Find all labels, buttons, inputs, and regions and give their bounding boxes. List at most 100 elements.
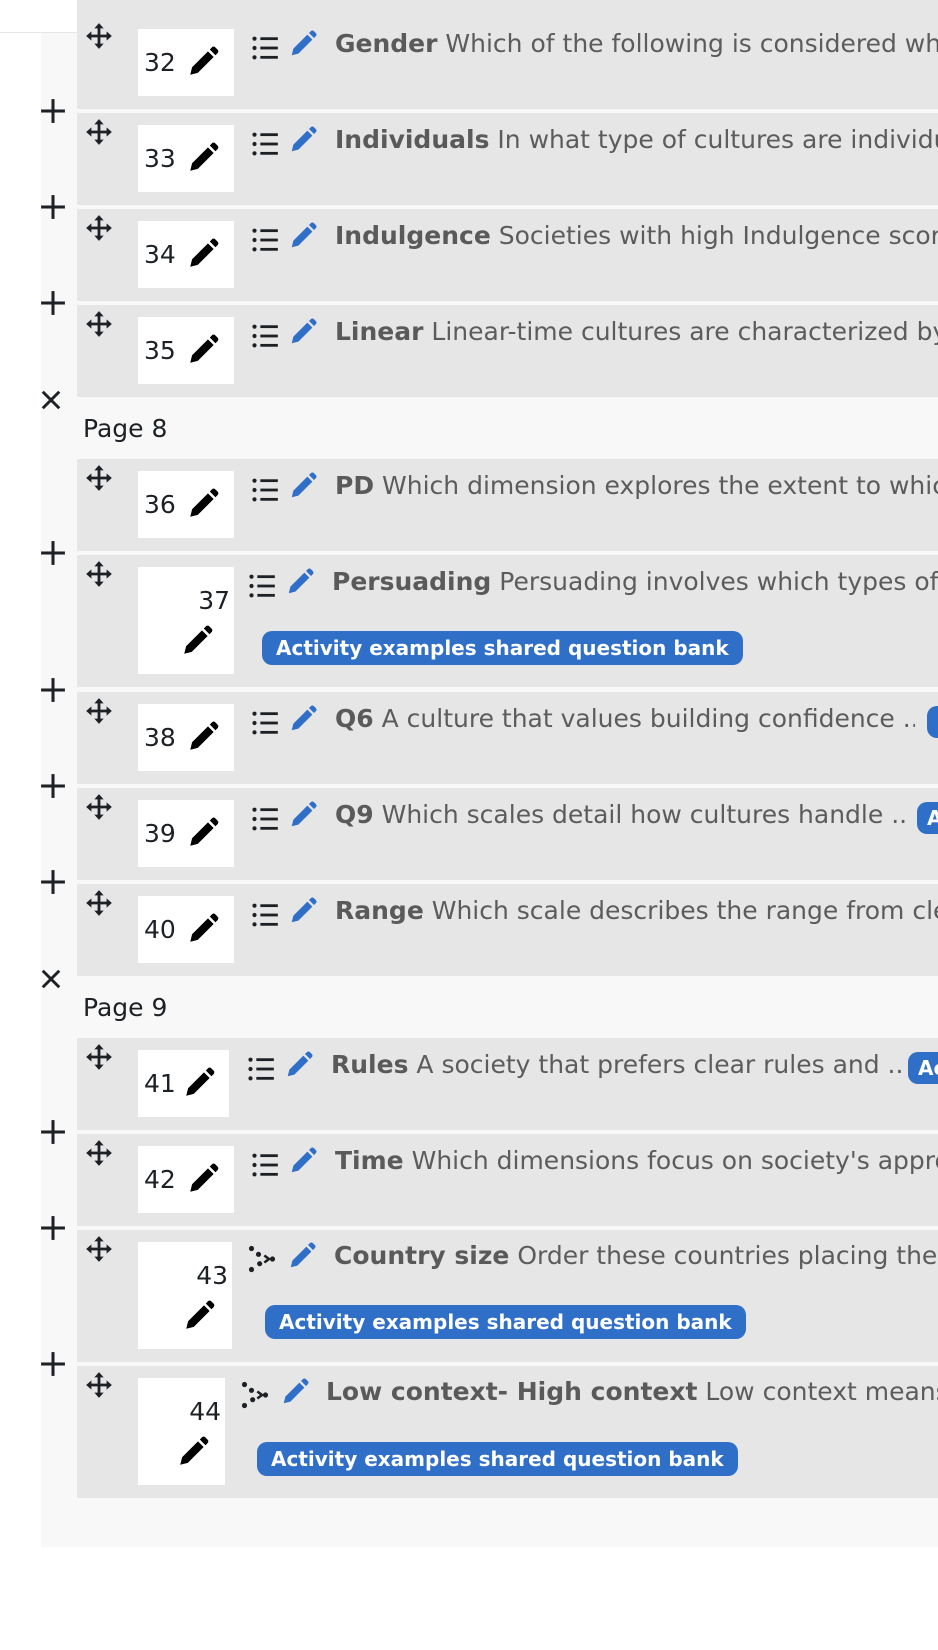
edit-icon[interactable]: [288, 125, 318, 155]
move-icon[interactable]: [85, 214, 113, 242]
slot-number-box: 34: [138, 221, 234, 288]
slot-number: 40: [144, 915, 176, 944]
close-icon[interactable]: [40, 968, 62, 990]
question-body: Persuading involves which types of r: [499, 567, 938, 596]
pencil-icon[interactable]: [182, 1066, 216, 1100]
question-text[interactable]: Indulgence Societies with high Indulgenc…: [335, 221, 938, 251]
edit-icon[interactable]: [288, 704, 318, 734]
slot-number-box: 32: [138, 29, 234, 96]
question-name: Time: [335, 1146, 404, 1175]
plus-icon[interactable]: [40, 869, 66, 895]
edit-icon[interactable]: [288, 221, 318, 251]
list-icon: [248, 571, 276, 601]
question-text[interactable]: Time Which dimensions focus on society's…: [335, 1146, 938, 1176]
list-icon: [251, 1150, 279, 1180]
edit-icon[interactable]: [288, 317, 318, 347]
pencil-icon[interactable]: [186, 141, 220, 175]
pencil-icon[interactable]: [186, 45, 220, 79]
question-name: PD: [335, 471, 375, 500]
plus-icon[interactable]: [40, 1119, 66, 1145]
pencil-icon[interactable]: [182, 1299, 216, 1333]
question-body: In what type of cultures are individua: [497, 125, 938, 154]
question-text[interactable]: Individuals In what type of cultures are…: [335, 125, 938, 155]
slot-number: 38: [144, 723, 176, 752]
slot-number: 44: [189, 1397, 221, 1426]
move-icon[interactable]: [85, 1235, 113, 1263]
question-text[interactable]: Linear Linear-time cultures are characte…: [335, 317, 938, 347]
list-icon: [251, 804, 279, 834]
question-text[interactable]: Gender Which of the following is conside…: [335, 29, 938, 59]
question-body: A culture that values building confidenc…: [381, 704, 915, 733]
plus-icon[interactable]: [40, 98, 66, 124]
slot-number-box: 42: [138, 1146, 234, 1213]
pencil-icon[interactable]: [186, 487, 220, 521]
question-body: Societies with high Indulgence score: [498, 221, 938, 250]
edit-icon[interactable]: [288, 471, 318, 501]
edit-icon[interactable]: [288, 29, 318, 59]
move-icon[interactable]: [85, 310, 113, 338]
question-text[interactable]: Q6 A culture that values building confid…: [335, 704, 915, 734]
question-text[interactable]: PD Which dimension explores the extent t…: [335, 471, 938, 501]
plus-icon[interactable]: [40, 773, 66, 799]
move-icon[interactable]: [85, 118, 113, 146]
close-icon[interactable]: [40, 389, 62, 411]
plus-icon[interactable]: [40, 290, 66, 316]
question-text[interactable]: Country size Order these countries placi…: [334, 1241, 938, 1271]
question-text[interactable]: Rules A society that prefers clear rules…: [331, 1050, 903, 1080]
question-text[interactable]: Low context- High context Low context me…: [326, 1377, 938, 1407]
slot-number: 34: [144, 240, 176, 269]
pencil-icon[interactable]: [186, 237, 220, 271]
pencil-icon[interactable]: [180, 624, 214, 658]
move-icon[interactable]: [85, 793, 113, 821]
question-name: Individuals: [335, 125, 490, 154]
move-icon[interactable]: [85, 560, 113, 588]
move-icon[interactable]: [85, 1371, 113, 1399]
ordering-icon: [241, 1380, 269, 1410]
plus-icon[interactable]: [40, 1351, 66, 1377]
move-icon[interactable]: [85, 1043, 113, 1071]
plus-icon[interactable]: [40, 1215, 66, 1241]
edit-icon[interactable]: [285, 567, 315, 597]
list-icon: [251, 321, 279, 351]
slot-number: 36: [144, 490, 176, 519]
list-icon: [251, 900, 279, 930]
question-name: Indulgence: [335, 221, 491, 250]
slot-number: 39: [144, 819, 176, 848]
plus-icon[interactable]: [40, 677, 66, 703]
pencil-icon[interactable]: [186, 720, 220, 754]
question-body: Order these countries placing the la: [517, 1241, 938, 1270]
plus-icon[interactable]: [40, 194, 66, 220]
question-text[interactable]: Q9 Which scales detail how cultures hand…: [335, 800, 907, 830]
move-icon[interactable]: [85, 464, 113, 492]
edit-icon[interactable]: [287, 1241, 317, 1271]
question-text[interactable]: Range Which scale describes the range fr…: [335, 896, 938, 926]
question-bank-badge: Activity examples shared question bank: [257, 1442, 738, 1476]
slot-number: 43: [196, 1261, 228, 1290]
pencil-icon[interactable]: [186, 912, 220, 946]
question-name: Linear: [335, 317, 424, 346]
question-bank-badge: [927, 706, 938, 738]
pencil-icon[interactable]: [186, 816, 220, 850]
plus-icon[interactable]: [40, 540, 66, 566]
pencil-icon[interactable]: [186, 1162, 220, 1196]
move-icon[interactable]: [85, 889, 113, 917]
slot-number: 32: [144, 48, 176, 77]
list-icon: [251, 225, 279, 255]
pencil-icon[interactable]: [186, 333, 220, 367]
ordering-icon: [248, 1244, 276, 1274]
question-text[interactable]: Persuading Persuading involves which typ…: [332, 567, 938, 597]
edit-icon[interactable]: [288, 896, 318, 926]
edit-icon[interactable]: [280, 1377, 310, 1407]
move-icon[interactable]: [85, 1139, 113, 1167]
pencil-icon[interactable]: [176, 1435, 210, 1469]
slot-number-box: 33: [138, 125, 234, 192]
move-icon[interactable]: [85, 22, 113, 50]
slot-number-box: 44: [138, 1378, 225, 1485]
edit-icon[interactable]: [284, 1050, 314, 1080]
move-icon[interactable]: [85, 697, 113, 725]
edit-icon[interactable]: [288, 1146, 318, 1176]
edit-icon[interactable]: [288, 800, 318, 830]
question-name: Q6: [335, 704, 374, 733]
slot-number: 42: [144, 1165, 176, 1194]
list-icon: [247, 1054, 275, 1084]
